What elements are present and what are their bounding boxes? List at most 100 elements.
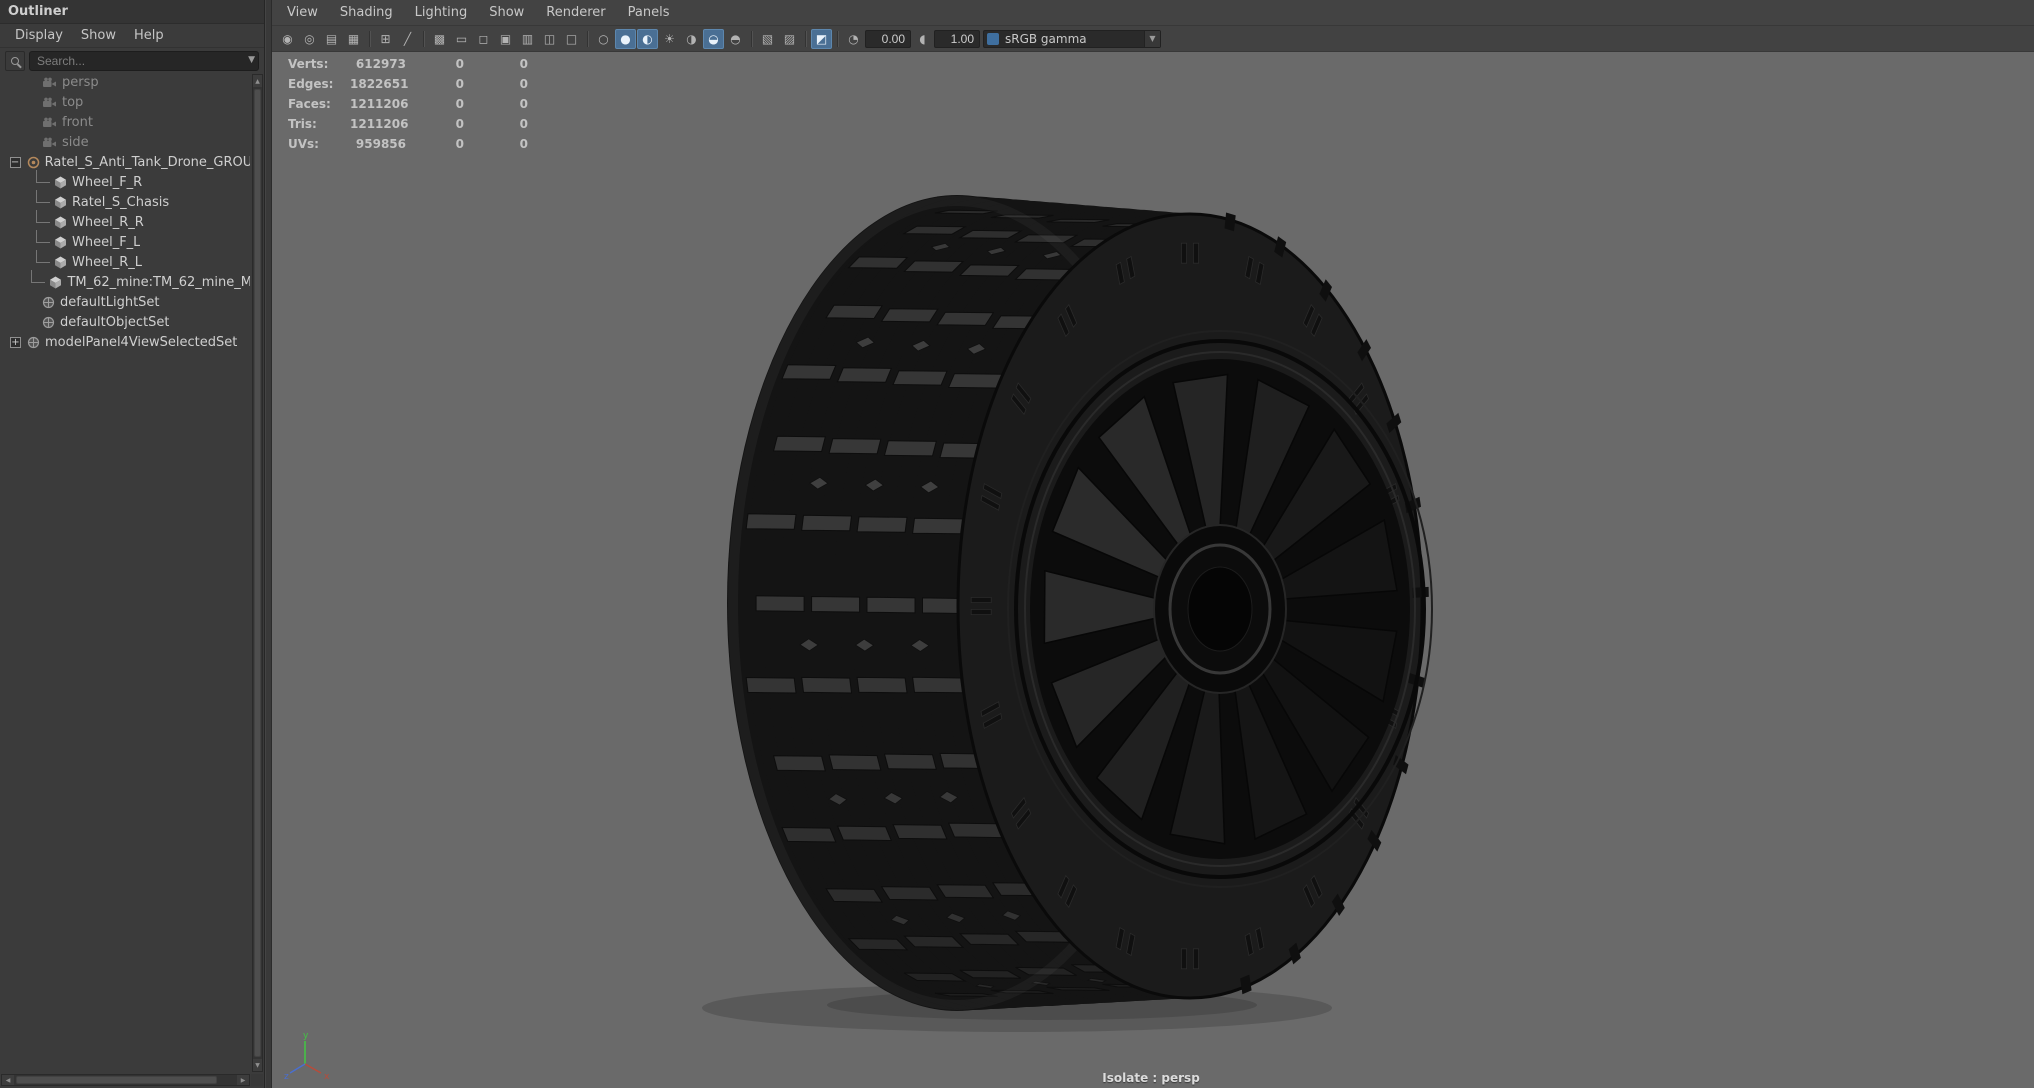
outliner-item-persp[interactable]: persp — [2, 72, 250, 92]
outliner-item-Wheel_R_R[interactable]: Wheel_R_R — [2, 212, 250, 232]
outliner-menu-show[interactable]: Show — [72, 25, 125, 46]
set-icon — [27, 336, 40, 349]
outliner-item-Wheel_R_L[interactable]: Wheel_R_L — [2, 252, 250, 272]
axis-x-label: x — [324, 1072, 330, 1082]
field-chart-icon[interactable]: ▥ — [517, 29, 538, 49]
image-plane-icon[interactable]: ▦ — [343, 29, 364, 49]
outliner-tree: persp topfrontside−Ratel_S_Anti_Tank_Dron… — [2, 72, 250, 1072]
expander-minus-icon[interactable]: − — [10, 157, 21, 168]
color-management-icon — [987, 33, 999, 45]
xray-joints-icon[interactable]: ▨ — [779, 29, 800, 49]
outliner-item-modelPanel4ViewSelectedSet[interactable]: +modelPanel4ViewSelectedSet — [2, 332, 250, 352]
vertical-scroll-thumb[interactable] — [254, 89, 261, 1057]
outliner-item-side[interactable]: side — [2, 132, 250, 152]
tree-branch-line — [36, 190, 50, 203]
gamma-icon[interactable]: ◖ — [912, 29, 933, 49]
ambient-occlusion-icon[interactable]: ◒ — [703, 29, 724, 49]
outliner-item-Ratel_S_Anti_Tank_Drone_GROUP[interactable]: −Ratel_S_Anti_Tank_Drone_GROUP — [2, 152, 250, 172]
bookmarks-icon[interactable]: ▤ — [321, 29, 342, 49]
camera-icon — [42, 137, 57, 148]
viewport-3d-scene[interactable] — [272, 52, 2034, 1088]
search-dropdown-caret-icon[interactable]: ▼ — [248, 55, 255, 65]
gamma-field[interactable] — [934, 30, 980, 48]
outliner-item-front[interactable]: front — [2, 112, 250, 132]
outliner-menubar: DisplayShowHelp — [0, 24, 264, 48]
textured-icon[interactable]: ◐ — [637, 29, 658, 49]
outliner-item-top[interactable]: top — [2, 92, 250, 112]
toolbar-separator — [837, 31, 838, 47]
outliner-item-defaultLightSet[interactable]: defaultLightSet — [2, 292, 250, 312]
motion-blur-icon[interactable]: ◓ — [725, 29, 746, 49]
filter-button[interactable] — [5, 51, 25, 71]
search-icon — [11, 57, 19, 65]
horizontal-scroll-thumb[interactable] — [16, 1076, 217, 1084]
item-label: Wheel_R_R — [72, 215, 144, 230]
axis-y-label: y — [303, 1031, 309, 1041]
set-icon — [42, 316, 55, 329]
item-label: TM_62_mine:TM_62_mine_MESH — [67, 275, 250, 290]
outliner-menu-help[interactable]: Help — [125, 25, 173, 46]
scroll-left-icon[interactable]: ◀ — [2, 1075, 14, 1085]
camera-attributes-icon[interactable]: ◎ — [299, 29, 320, 49]
camera-icon — [42, 117, 57, 128]
item-label: persp — [62, 75, 99, 90]
color-management-select[interactable]: sRGB gamma ▼ — [983, 30, 1161, 48]
2d-pan-zoom-icon[interactable]: ⊞ — [375, 29, 396, 49]
outliner-item-Wheel_F_R[interactable]: Wheel_F_R — [2, 172, 250, 192]
gate-mask-icon[interactable]: ▣ — [495, 29, 516, 49]
outliner-menu-display[interactable]: Display — [6, 25, 72, 46]
tree-branch-line — [36, 230, 50, 243]
hud-row-Edges: Edges:182265100 — [288, 74, 528, 94]
toolbar-separator — [587, 31, 588, 47]
chevron-down-icon[interactable]: ▼ — [1144, 31, 1160, 47]
safe-action-icon[interactable]: ◫ — [539, 29, 560, 49]
mesh-icon — [54, 256, 67, 269]
outliner-item-TM_62_mine:TM_62_mine_MESH[interactable]: TM_62_mine:TM_62_mine_MESH — [2, 272, 250, 292]
film-gate-icon[interactable]: ▭ — [451, 29, 472, 49]
safe-title-icon[interactable]: □ — [561, 29, 582, 49]
wireframe-icon[interactable]: ○ — [593, 29, 614, 49]
toolbar-separator — [369, 31, 370, 47]
outliner-item-Ratel_S_Chasis[interactable]: Ratel_S_Chasis — [2, 192, 250, 212]
hud-row-Verts: Verts:61297300 — [288, 54, 528, 74]
hud-row-Faces: Faces:121120600 — [288, 94, 528, 114]
use-all-lights-icon[interactable]: ☀ — [659, 29, 680, 49]
toolbar-separator — [751, 31, 752, 47]
viewport-menu-panels[interactable]: Panels — [617, 1, 681, 24]
expander-plus-icon[interactable]: + — [10, 337, 21, 348]
mesh-icon — [49, 276, 62, 289]
viewport-menu-renderer[interactable]: Renderer — [535, 1, 616, 24]
outliner-panel: Outliner DisplayShowHelp ▼ persptopfront… — [0, 0, 265, 1088]
camera-icon — [42, 97, 57, 108]
scrollbar-corner — [251, 1074, 263, 1086]
set-icon — [42, 296, 55, 309]
scroll-right-icon[interactable]: ▶ — [237, 1075, 249, 1085]
outliner-item-defaultObjectSet[interactable]: defaultObjectSet — [2, 312, 250, 332]
viewport-menu-show[interactable]: Show — [478, 1, 535, 24]
outliner-horizontal-scrollbar[interactable]: ◀ ▶ — [1, 1074, 250, 1086]
exposure-field[interactable] — [865, 30, 911, 48]
tree-branch-line — [36, 170, 50, 183]
viewport-menu-view[interactable]: View — [276, 1, 329, 24]
grid-icon[interactable]: ▩ — [429, 29, 450, 49]
item-label: Ratel_S_Chasis — [72, 195, 169, 210]
viewport-panel[interactable]: ViewShadingLightingShowRendererPanels ◉◎… — [272, 0, 2034, 1088]
xray-icon[interactable]: ▧ — [757, 29, 778, 49]
resolution-gate-icon[interactable]: ◻ — [473, 29, 494, 49]
scroll-down-icon[interactable]: ▼ — [253, 1059, 262, 1071]
camera-icon — [42, 77, 57, 88]
outliner-item-Wheel_F_L[interactable]: Wheel_F_L — [2, 232, 250, 252]
grease-pencil-icon[interactable]: ╱ — [397, 29, 418, 49]
scroll-up-icon[interactable]: ▲ — [253, 75, 262, 87]
color-management-value: sRGB gamma — [1005, 32, 1087, 46]
viewport-menu-shading[interactable]: Shading — [329, 1, 404, 24]
outliner-vertical-scrollbar[interactable]: ▲ ▼ — [252, 74, 263, 1072]
viewport-menu-lighting[interactable]: Lighting — [404, 1, 479, 24]
exposure-icon[interactable]: ◔ — [843, 29, 864, 49]
select-camera-icon[interactable]: ◉ — [277, 29, 298, 49]
isolate-select-icon[interactable]: ◩ — [811, 29, 832, 49]
tree-branch-line — [36, 250, 50, 263]
shadows-icon[interactable]: ◑ — [681, 29, 702, 49]
shaded-icon[interactable]: ● — [615, 29, 636, 49]
search-input[interactable] — [29, 51, 259, 71]
